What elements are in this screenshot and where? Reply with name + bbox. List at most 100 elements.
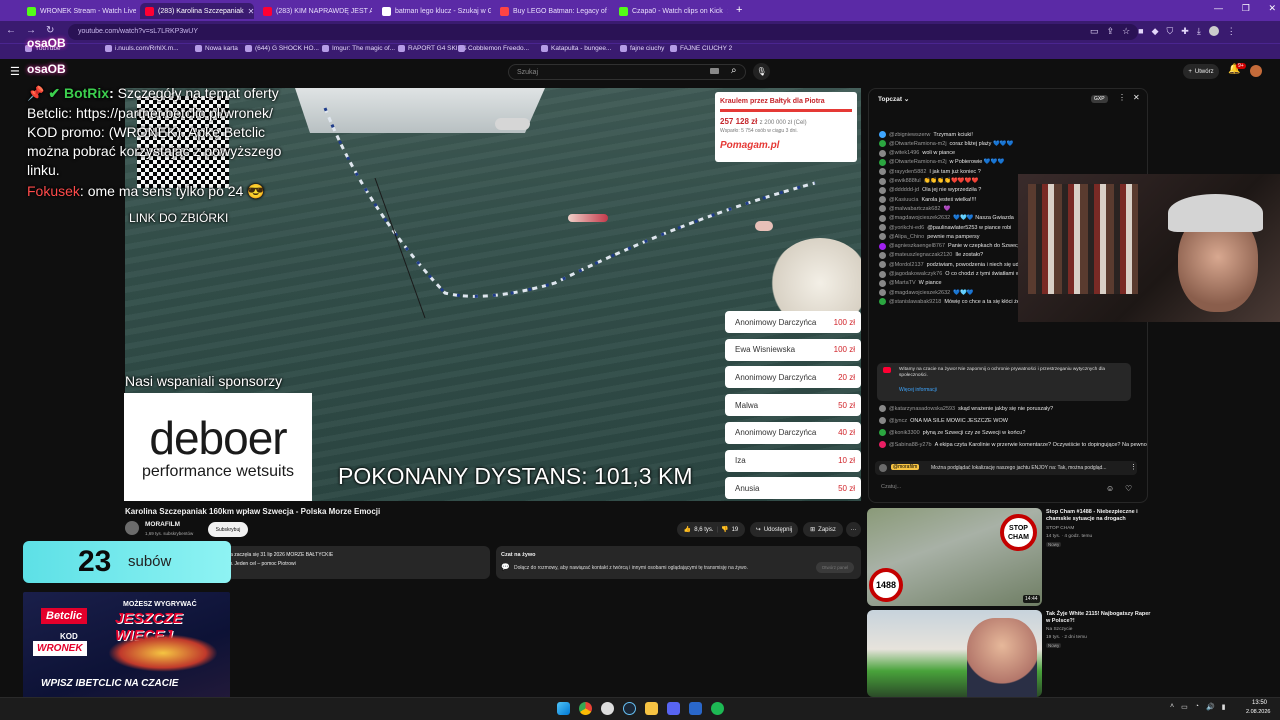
maximize-icon[interactable]: ❐ — [1242, 3, 1250, 17]
pinned-more-icon[interactable]: ⋮ — [1130, 463, 1137, 471]
recommendation-title[interactable]: Tak Żyje White 2115! Najbogatszy Raper w… — [1046, 611, 1154, 625]
channel-avatar[interactable] — [125, 521, 139, 535]
chat-message[interactable]: @magdawojcieszek2632 💙🩵💙 Nasza Gwiazda — [879, 214, 1014, 222]
recommendation-card[interactable] — [867, 610, 1042, 697]
bookmark-item[interactable]: Katapulta - bungee... — [541, 45, 611, 52]
recommendation-card[interactable]: STOP CHAM 1488 14:44 — [867, 508, 1042, 606]
github-icon[interactable] — [601, 702, 614, 715]
minimize-icon[interactable]: — — [1214, 3, 1223, 17]
profile-avatar[interactable] — [1208, 26, 1219, 36]
open-panel-button[interactable]: Otwórz panel — [816, 562, 854, 573]
volume-icon[interactable]: 🔊 — [1206, 703, 1215, 711]
network-icon[interactable]: ▭ — [1181, 703, 1188, 711]
chat-message[interactable]: @Sabina88-y27b A ekipa czyta Karolinie w … — [879, 441, 1147, 448]
forward-icon[interactable]: → — [26, 25, 36, 36]
more-actions-button[interactable]: ··· — [846, 522, 861, 537]
bookmark-item[interactable]: Nowa karta — [195, 45, 238, 52]
menu-icon[interactable]: ⋮ — [1227, 26, 1236, 37]
puzzle-icon[interactable]: ✚ — [1181, 26, 1189, 37]
chat-gift-icon[interactable]: GXP — [1091, 95, 1108, 103]
chat-message[interactable]: @Kasiuucia Karola jesteś wielka!!!! — [879, 196, 976, 204]
download-icon[interactable]: ⤓ — [1197, 26, 1201, 37]
app-icon[interactable] — [689, 702, 702, 715]
browser-tab[interactable]: (283) KIM NAPRAWDĘ JEST ALB✕ — [258, 3, 372, 19]
channel-name[interactable]: MORAFILM — [145, 521, 180, 528]
extension-icon[interactable]: ◆ — [1152, 26, 1159, 37]
url-input[interactable]: youtube.com/watch?v=sL7LRKP3wUY — [68, 24, 1138, 40]
keyboard-icon[interactable] — [710, 68, 719, 74]
chat-message[interactable]: @dddddd-jd Ola jej nie wyprzedziła ? — [879, 186, 981, 194]
cast-icon[interactable]: ▭ — [1090, 26, 1099, 37]
extension-icon[interactable]: ■ — [1138, 26, 1143, 37]
share-button[interactable]: ↪ Udostępnij — [750, 522, 798, 537]
bookmark-item[interactable]: (644) G SHOCK HO... — [245, 45, 319, 52]
search-icon[interactable]: ⌕ — [731, 65, 737, 76]
mic-icon[interactable]: 🎙 — [753, 63, 770, 80]
spotify-icon[interactable] — [711, 702, 724, 715]
youtube-logo[interactable]: osaOB — [27, 62, 66, 76]
chat-menu-icon[interactable]: ⋮ — [1118, 93, 1126, 102]
star-icon[interactable]: ☆ — [1122, 26, 1130, 37]
bookmark-item[interactable]: RAPORT G4 SKINS — [398, 45, 467, 52]
chat-message[interactable]: @OtwarteRamiona-m2j coraz bliżej plaży 💙💙… — [879, 140, 1014, 148]
chat-message[interactable]: @witek1496 woli w piance — [879, 149, 955, 157]
back-icon[interactable]: ← — [6, 25, 16, 36]
browser-tab[interactable]: Buy LEGO Batman: Legacy of th✕ — [495, 3, 609, 19]
tab-close-icon[interactable]: ✕ — [727, 7, 728, 16]
chat-notice-link[interactable]: Więcej informacji — [899, 387, 937, 393]
browser-tab[interactable]: batman lego klucz - Szukaj w G✕ — [377, 3, 491, 19]
bookmark-item[interactable]: fajne ciuchy — [620, 45, 664, 52]
chat-message[interactable]: @malwabartczak682 💜 — [879, 205, 950, 213]
chat-close-icon[interactable]: ✕ — [1133, 93, 1140, 102]
chrome-icon[interactable] — [579, 702, 592, 715]
bookmark-item[interactable]: FAJNE CIUCHY 2 — [670, 45, 732, 52]
close-icon[interactable]: ✕ — [1268, 3, 1276, 17]
chat-message[interactable]: @MartaTV W piance — [879, 279, 942, 287]
hamburger-icon[interactable]: ☰ — [10, 65, 20, 78]
discord-icon[interactable] — [667, 702, 680, 715]
chevron-up-icon[interactable]: ˄ — [1170, 703, 1174, 711]
browser-tab[interactable]: WRONEK Stream - Watch Live o✕ — [22, 3, 136, 19]
chat-input[interactable]: Czatuj... — [875, 484, 1105, 496]
like-button[interactable]: 👍 8,6 tys. | 👎 19 — [677, 522, 745, 537]
avatar[interactable] — [1250, 65, 1262, 77]
heart-icon[interactable]: ♡ — [1125, 484, 1132, 493]
chat-message[interactable]: @rayyden5882 I jak tam już koniec ? — [879, 168, 981, 176]
chat-message[interactable]: @stanislawabak9218 Mówię co chce a ta się… — [879, 298, 1039, 306]
clock-date[interactable]: 2.08.2026 — [1246, 709, 1270, 715]
browser-tab[interactable]: (283) Karolina Szczepaniak ✕ — [140, 3, 254, 19]
battery-icon[interactable]: ▮ — [1222, 703, 1226, 711]
recommendation-title[interactable]: Stop Cham #1488 - Niebezpieczne i chamsk… — [1046, 509, 1154, 523]
subscribe-button[interactable]: Subskrybuj — [208, 522, 248, 537]
bookmark-item[interactable]: Imgur: The magic of... — [322, 45, 395, 52]
chat-message[interactable]: @OtwarteRamiona-m2j w Pobierowie 💙💙💙 — [879, 158, 1004, 166]
chat-message[interactable]: @ewik888ful 👏👏👏👏❤️❤️❤️❤️ — [879, 177, 978, 185]
reload-icon[interactable]: ↻ — [46, 25, 54, 36]
chat-message[interactable]: @agnieszkaengel8767 Panie w czepkach do S… — [879, 242, 1020, 250]
chat-message[interactable]: @jyncz ONA MA SILE MOWIC JESZCZE WOW — [879, 417, 1008, 424]
clock-time[interactable]: 13:50 — [1252, 700, 1267, 706]
bookmark-item[interactable]: i.nuuls.com/RrhlX.m... — [105, 45, 179, 52]
windows-start-icon[interactable] — [557, 702, 570, 715]
folder-icon[interactable] — [645, 702, 658, 715]
chat-message[interactable]: @magdawojcieszek2632 💙🩵💙 — [879, 289, 974, 297]
tab-close-icon[interactable]: ✕ — [248, 7, 254, 16]
chat-message[interactable]: @yorikchi-ed6 @paulinawlater5253 w piance… — [879, 224, 1011, 231]
bookmark-item[interactable]: Cobblemon Freedo... — [458, 45, 529, 52]
pinned-message[interactable]: @morafilm Można podglądać lokalizację na… — [875, 461, 1137, 475]
share-icon[interactable]: ⇪ — [1107, 26, 1115, 37]
chat-header-label[interactable]: Topczat ⌄ — [878, 95, 909, 103]
chat-message[interactable]: @Alipa_Chino pewnie ma pampersy — [879, 233, 980, 241]
emoji-icon[interactable]: ☺ — [1106, 484, 1114, 493]
chat-message[interactable]: @katarzynasadowska2593 skąd wrażenie jakb… — [879, 405, 1053, 412]
save-button[interactable]: ⊞ Zapisz — [803, 522, 843, 537]
chat-message[interactable]: @konik3300 płyną ze Szwecji czy ze Szwecj… — [879, 429, 1025, 436]
new-tab-button[interactable]: + — [736, 4, 742, 16]
wifi-icon[interactable]: ◔ — [1195, 703, 1199, 711]
browser-tab[interactable]: Czapa0 - Watch clips on Kick ✕ — [614, 3, 728, 19]
chat-message[interactable]: @zbigniewszerw Trzymam kciuki! — [879, 131, 973, 138]
chat-message[interactable]: @Mordol2137 podziwiam, powodzenia i niech… — [879, 261, 1022, 269]
create-button[interactable]: + Utwórz — [1183, 64, 1219, 79]
shield-icon[interactable]: ⛉ — [1167, 26, 1174, 37]
steam-icon[interactable] — [623, 702, 636, 715]
